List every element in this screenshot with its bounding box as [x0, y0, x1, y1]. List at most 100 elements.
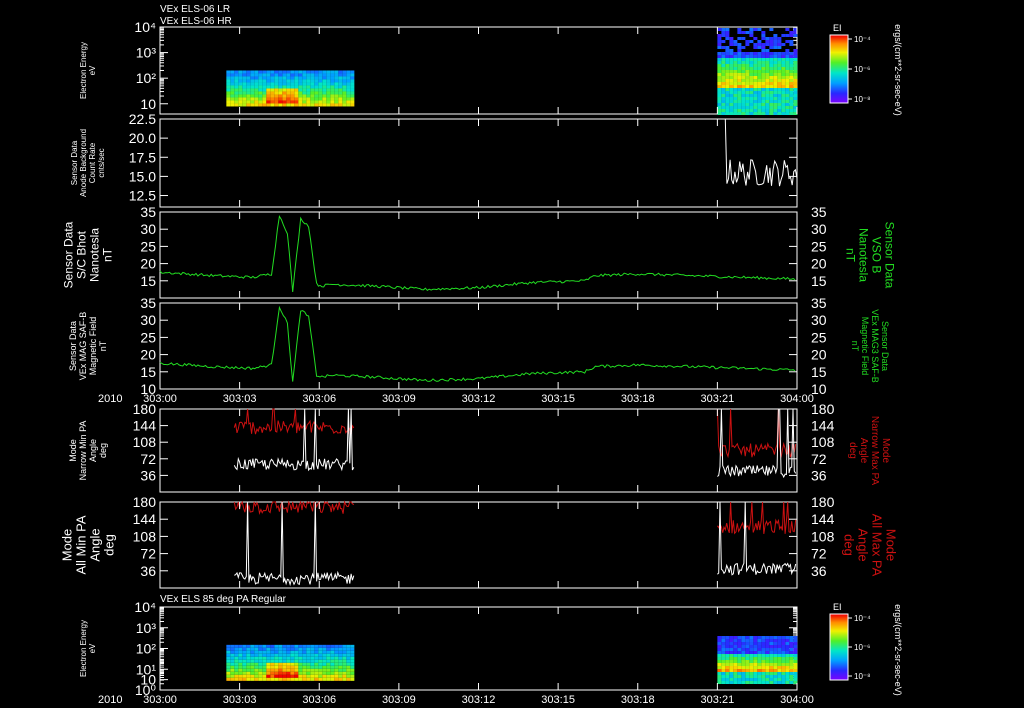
- heatmap-cell: [781, 645, 786, 649]
- heatmap-cell: [781, 97, 786, 100]
- heatmap-cell: [769, 100, 774, 103]
- heatmap-cell: [314, 76, 319, 80]
- heatmap-cell: [781, 76, 786, 79]
- heatmap-cell: [737, 112, 742, 115]
- heatmap-cell: [785, 100, 790, 103]
- heatmap-cell: [749, 76, 754, 79]
- heatmap-cell: [725, 79, 730, 82]
- heatmap-cell: [773, 645, 778, 649]
- heatmap-cell: [234, 76, 239, 80]
- heatmap-cell: [733, 672, 738, 676]
- heatmap-cell: [757, 666, 762, 670]
- heatmap-cell: [230, 100, 235, 104]
- heatmap-cell: [781, 91, 786, 94]
- heatmap-cell: [310, 82, 315, 86]
- heatmap-cell: [793, 97, 798, 100]
- heatmap-cell: [753, 37, 758, 40]
- heatmap-cell: [773, 636, 778, 640]
- heatmap-cell: [350, 644, 355, 648]
- heatmap-cell: [282, 659, 287, 663]
- y-tick-label: 36: [140, 467, 156, 483]
- heatmap-cell: [745, 636, 750, 640]
- x-tick-label: 304:00: [780, 694, 814, 706]
- heatmap-cell: [342, 76, 347, 80]
- heatmap-cell: [729, 97, 734, 100]
- heatmap-cell: [777, 663, 782, 667]
- heatmap-cell: [721, 79, 726, 82]
- heatmap-cell: [250, 644, 255, 648]
- heatmap-cell: [314, 79, 319, 83]
- heatmap-cell: [266, 91, 271, 95]
- heatmap-cell: [338, 665, 343, 669]
- heatmap-cell: [761, 61, 766, 64]
- heatmap-cell: [793, 55, 798, 58]
- heatmap-cell: [773, 103, 778, 106]
- heatmap-cell: [294, 671, 299, 675]
- heatmap-cell: [302, 674, 307, 678]
- heatmap-cell: [793, 678, 798, 682]
- heatmap-cell: [302, 82, 307, 86]
- heatmap-cell: [717, 70, 722, 73]
- heatmap-cell: [725, 639, 730, 643]
- x-tick-label: 303:00: [143, 694, 177, 706]
- heatmap-cell: [757, 103, 762, 106]
- heatmap-cell: [777, 681, 782, 685]
- heatmap-cell: [729, 669, 734, 673]
- heatmap-cell: [741, 76, 746, 79]
- heatmap-cell: [721, 100, 726, 103]
- heatmap-cell: [789, 88, 794, 91]
- heatmap-cell: [761, 100, 766, 103]
- heatmap-cell: [781, 109, 786, 112]
- heatmap-cell: [725, 642, 730, 646]
- heatmap-cell: [765, 112, 770, 115]
- heatmap-cell: [749, 666, 754, 670]
- heatmap-cell: [326, 79, 331, 83]
- heatmap-cell: [294, 100, 299, 104]
- heatmap-cell: [302, 97, 307, 101]
- heatmap-cell: [789, 654, 794, 658]
- y-axis-label-line: Mode: [59, 529, 74, 562]
- heatmap-cell: [350, 97, 355, 101]
- heatmap-cell: [282, 76, 287, 80]
- heatmap-cell: [274, 659, 279, 663]
- heatmap-cell: [717, 82, 722, 85]
- heatmap-cell: [761, 31, 766, 34]
- right-y-axis-label-line: Sensor Data: [880, 321, 890, 371]
- heatmap-cell: [302, 659, 307, 663]
- heatmap-cell: [745, 106, 750, 109]
- heatmap-cell: [765, 70, 770, 73]
- heatmap-cell: [749, 669, 754, 673]
- heatmap-cell: [745, 657, 750, 661]
- heatmap-cell: [773, 642, 778, 646]
- heatmap-cell: [789, 675, 794, 679]
- heatmap-cell: [306, 103, 311, 107]
- heatmap-cell: [318, 653, 323, 657]
- heatmap-cell: [326, 100, 331, 104]
- heatmap-cell: [226, 88, 231, 92]
- heatmap-cell: [765, 76, 770, 79]
- heatmap-cell: [765, 648, 770, 652]
- heatmap-cell: [737, 675, 742, 679]
- heatmap-cell: [729, 642, 734, 646]
- heatmap-cell: [793, 669, 798, 673]
- right-y-tick-label: 30: [811, 312, 827, 328]
- heatmap-cell: [737, 85, 742, 88]
- heatmap-cell: [777, 67, 782, 70]
- heatmap-cell: [302, 88, 307, 92]
- heatmap-cell: [769, 70, 774, 73]
- heatmap-cell: [729, 657, 734, 661]
- heatmap-cell: [769, 654, 774, 658]
- heatmap-cell: [725, 654, 730, 658]
- heatmap-cell: [254, 88, 259, 92]
- heatmap-cell: [737, 642, 742, 646]
- heatmap-cell: [717, 79, 722, 82]
- heatmap-cell: [717, 64, 722, 67]
- heatmap-cell: [274, 662, 279, 666]
- heatmap-cell: [242, 644, 247, 648]
- colorbar-title: EI: [833, 602, 842, 612]
- heatmap-cell: [769, 666, 774, 670]
- heatmap-cell: [745, 100, 750, 103]
- colorbar-tick-label: 10⁻⁸: [854, 672, 871, 681]
- heatmap-cell: [266, 88, 271, 92]
- heatmap-cell: [302, 91, 307, 95]
